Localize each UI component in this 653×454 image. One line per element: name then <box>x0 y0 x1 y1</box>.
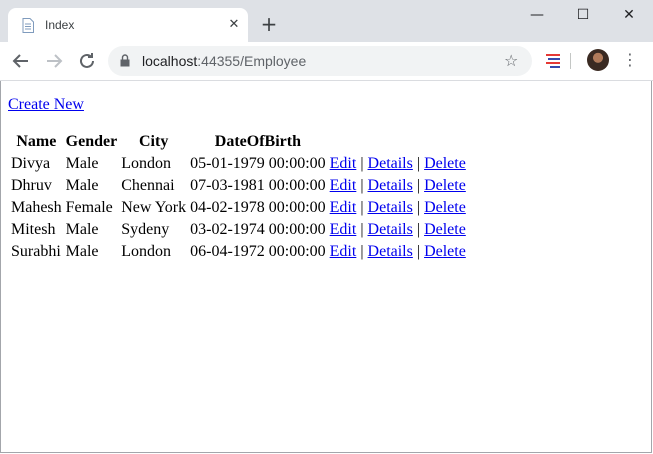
url-path: :44355/Employee <box>197 53 307 69</box>
cell-dob: 04-02-1978 00:00:00 <box>190 199 326 216</box>
separator: | <box>360 199 364 216</box>
separator: | <box>416 221 421 238</box>
cell-gender: Male <box>65 221 99 238</box>
delete-link[interactable]: Delete <box>424 221 466 238</box>
table-row: Mahesh Female New York 04-02-1978 00:00:… <box>10 198 467 218</box>
header-actions <box>329 132 467 152</box>
cell-name: Dhruv <box>11 177 52 194</box>
cell-actions: Edit | Details | Delete <box>329 242 467 262</box>
edit-link[interactable]: Edit <box>330 177 357 194</box>
edit-link[interactable]: Edit <box>330 155 357 172</box>
menu-icon[interactable]: ⋮ <box>622 50 638 70</box>
delete-link[interactable]: Delete <box>424 155 466 172</box>
separator: | <box>416 199 421 216</box>
separator: | <box>416 177 421 194</box>
separator: | <box>360 177 364 194</box>
cell-city: London <box>121 243 171 260</box>
details-link[interactable]: Details <box>368 221 413 238</box>
table-row: Divya Male London 05-01-1979 00:00:00 Ed… <box>10 154 467 174</box>
cell-name: Divya <box>11 155 51 172</box>
cell-name: Surabhi <box>11 243 61 260</box>
delete-link[interactable]: Delete <box>424 199 466 216</box>
cell-actions: Edit | Details | Delete <box>329 198 467 218</box>
cell-city: London <box>121 155 171 172</box>
cell-dob: 05-01-1979 00:00:00 <box>190 155 326 172</box>
address-bar[interactable]: localhost:44355/Employee ☆ <box>108 46 532 76</box>
edit-link[interactable]: Edit <box>330 243 357 260</box>
cell-gender: Male <box>65 243 99 260</box>
lock-icon <box>120 54 130 67</box>
cell-name: Mitesh <box>11 221 56 238</box>
cell-gender: Female <box>65 199 113 216</box>
cell-gender: Male <box>65 177 99 194</box>
reload-icon[interactable] <box>75 49 99 73</box>
cell-actions: Edit | Details | Delete <box>329 176 467 196</box>
back-icon[interactable] <box>9 49 33 73</box>
delete-link[interactable]: Delete <box>424 177 466 194</box>
maximize-button[interactable]: ☐ <box>560 0 606 30</box>
cell-dob: 03-02-1974 00:00:00 <box>190 221 326 238</box>
separator: | <box>360 155 364 172</box>
cell-city: New York <box>121 199 187 216</box>
cell-name: Mahesh <box>11 199 62 216</box>
minimize-button[interactable]: — <box>514 0 560 30</box>
toolbar-divider <box>570 53 571 69</box>
extension-icon[interactable] <box>544 51 562 69</box>
cell-gender: Male <box>65 155 99 172</box>
cell-dob: 07-03-1981 00:00:00 <box>190 177 326 194</box>
tab-title: Index <box>45 18 75 32</box>
delete-link[interactable]: Delete <box>424 243 466 260</box>
create-new-link[interactable]: Create New <box>8 96 84 114</box>
cell-dob: 06-04-1972 00:00:00 <box>190 243 326 260</box>
edit-link[interactable]: Edit <box>330 221 357 238</box>
header-city: City <box>138 133 169 150</box>
tab-index[interactable]: Index ✕ <box>8 8 248 42</box>
profile-avatar[interactable] <box>587 49 609 71</box>
table-row: Dhruv Male Chennai 07-03-1981 00:00:00 E… <box>10 176 467 196</box>
page-icon <box>22 18 34 33</box>
page-content: Create New Name Gender City DateOfBirth … <box>0 81 651 453</box>
header-gender: Gender <box>65 133 118 150</box>
cell-city: Sydeny <box>121 221 170 238</box>
separator: | <box>416 155 421 172</box>
url-text[interactable]: localhost:44355/Employee <box>142 53 306 69</box>
details-link[interactable]: Details <box>368 177 413 194</box>
close-window-button[interactable]: ✕ <box>606 0 652 30</box>
new-tab-button[interactable]: + <box>259 14 279 34</box>
separator: | <box>360 221 364 238</box>
close-tab-icon[interactable]: ✕ <box>226 17 242 33</box>
separator: | <box>360 243 364 260</box>
employee-table: Name Gender City DateOfBirth Divya Male … <box>8 130 469 264</box>
star-icon[interactable]: ☆ <box>504 51 518 70</box>
title-bar: Index ✕ + — ☐ ✕ <box>0 0 653 42</box>
cell-city: Chennai <box>121 177 175 194</box>
details-link[interactable]: Details <box>368 155 413 172</box>
forward-icon[interactable] <box>42 49 66 73</box>
edit-link[interactable]: Edit <box>330 199 357 216</box>
separator: | <box>416 243 421 260</box>
table-row: Surabhi Male London 06-04-1972 00:00:00 … <box>10 242 467 262</box>
details-link[interactable]: Details <box>368 243 413 260</box>
cell-actions: Edit | Details | Delete <box>329 220 467 240</box>
cell-actions: Edit | Details | Delete <box>329 154 467 174</box>
url-host: localhost <box>142 53 198 69</box>
table-row: Mitesh Male Sydeny 03-02-1974 00:00:00 E… <box>10 220 467 240</box>
header-name: Name <box>16 133 57 150</box>
table-header-row: Name Gender City DateOfBirth <box>10 132 467 152</box>
details-link[interactable]: Details <box>368 199 413 216</box>
header-dob: DateOfBirth <box>214 133 301 150</box>
